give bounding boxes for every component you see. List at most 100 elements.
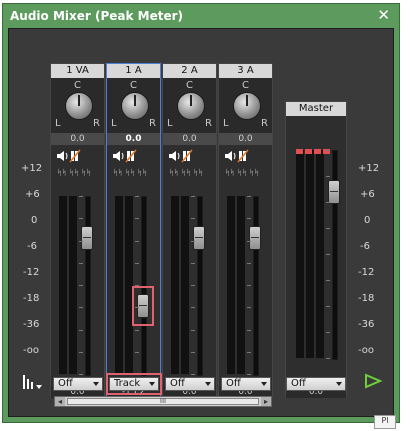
fader-tick xyxy=(79,374,83,375)
pan-section: C L R xyxy=(107,78,160,133)
speaker-mute-icon[interactable] xyxy=(51,148,106,164)
pan-left-label: L xyxy=(167,118,173,129)
fader-tick xyxy=(135,374,139,375)
fader-track[interactable] xyxy=(85,196,91,376)
mute-solo-row xyxy=(107,148,160,164)
pan-value: 0.0 xyxy=(219,133,272,145)
channel-name: 2 A xyxy=(163,64,216,78)
dropdown-label: Track xyxy=(114,378,141,389)
horizontal-scrollbar[interactable]: ◂ III ▸ xyxy=(54,396,272,407)
pan-knob[interactable] xyxy=(177,92,205,120)
pan-left-label: L xyxy=(111,118,117,129)
fader-tick xyxy=(135,352,139,353)
master-fader-thumb[interactable] xyxy=(328,180,340,204)
pan-right-label: R xyxy=(261,118,268,129)
fader-track[interactable] xyxy=(197,196,203,376)
fader-thumb[interactable] xyxy=(249,226,261,250)
fader-tick xyxy=(326,228,330,229)
fader-tick xyxy=(79,218,83,219)
dropdown-label: Off xyxy=(291,378,306,389)
master-level-meter xyxy=(296,150,304,358)
chevron-down-icon xyxy=(149,382,155,386)
automation-mode-dropdown[interactable]: Off xyxy=(221,377,271,391)
routing-icon[interactable]: ᛋᛋ ᛋᛋ ᛋᛋ xyxy=(107,164,162,180)
pan-knob[interactable] xyxy=(233,92,261,120)
fader-track[interactable] xyxy=(253,196,259,376)
window-title: Audio Mixer (Peak Meter) xyxy=(10,9,184,23)
arrow-left-icon: ◂ xyxy=(57,397,62,406)
pan-right-label: R xyxy=(205,118,212,129)
svg-text:ᛋᛋ ᛋᛋ ᛋᛋ: ᛋᛋ ᛋᛋ ᛋᛋ xyxy=(225,168,259,177)
scale-label: -oo xyxy=(23,345,40,356)
meter-options-icon[interactable] xyxy=(21,373,43,391)
fader-tick xyxy=(247,241,251,242)
fader-tick xyxy=(326,176,330,177)
master-level-meter xyxy=(306,150,314,358)
fader-tick xyxy=(191,352,195,353)
scale-label: +6 xyxy=(25,189,40,200)
fader-tick xyxy=(247,218,251,219)
fader-tick xyxy=(135,196,139,197)
scale-label: -12 xyxy=(23,267,40,278)
mixer-panel: +12 +6 0 -6 -12 -18 -36 -oo +12 +6 0 -6 … xyxy=(8,28,394,417)
fader-tick xyxy=(191,263,195,264)
fader-tick xyxy=(326,358,330,359)
fader-section xyxy=(163,186,216,386)
fader-tick xyxy=(247,352,251,353)
pan-center-label: C xyxy=(74,80,81,91)
pan-section: C L R xyxy=(51,78,104,133)
dropdown-label: Off xyxy=(170,378,185,389)
fader-thumb[interactable] xyxy=(193,226,205,250)
level-meter xyxy=(69,196,77,374)
fader-thumb[interactable] xyxy=(81,226,93,250)
routing-row: ᛋᛋ ᛋᛋ ᛋᛋ xyxy=(219,164,272,180)
speaker-mute-icon[interactable] xyxy=(219,148,274,164)
fader-tick xyxy=(326,150,330,151)
pan-left-label: L xyxy=(55,118,61,129)
title-bar[interactable]: Audio Mixer (Peak Meter) ✕ xyxy=(8,7,396,25)
fader-thumb[interactable] xyxy=(137,294,149,318)
fader-tick xyxy=(79,307,83,308)
fader-tick xyxy=(326,332,330,333)
speaker-mute-icon[interactable] xyxy=(107,148,162,164)
fader-tick xyxy=(191,218,195,219)
routing-icon[interactable]: ᛋᛋ ᛋᛋ ᛋᛋ xyxy=(163,164,218,180)
pan-left-label: L xyxy=(223,118,229,129)
scale-label: 0 xyxy=(364,215,371,226)
scale-label: +12 xyxy=(21,163,43,174)
arrow-right-icon: ▸ xyxy=(263,397,268,406)
speaker-mute-icon[interactable] xyxy=(163,148,218,164)
master-mode-dropdown[interactable]: Off xyxy=(286,377,346,391)
routing-row: ᛋᛋ ᛋᛋ ᛋᛋ xyxy=(163,164,216,180)
channel-strip-1va: 1 VA C L R 0.0 ᛋᛋ ᛋᛋ ᛋᛋ 0.0 xyxy=(50,63,105,398)
routing-row: ᛋᛋ ᛋᛋ ᛋᛋ xyxy=(107,164,160,180)
fader-track[interactable] xyxy=(141,196,147,376)
scale-label: -6 xyxy=(360,241,370,252)
play-icon[interactable] xyxy=(363,373,383,389)
automation-mode-dropdown[interactable]: Off xyxy=(53,377,103,391)
fader-tick xyxy=(135,307,139,308)
fader-tick xyxy=(191,285,195,286)
fader-tick xyxy=(135,330,139,331)
scroll-right-button[interactable]: ▸ xyxy=(261,397,271,406)
automation-mode-dropdown[interactable]: Off xyxy=(165,377,215,391)
fader-tick xyxy=(79,263,83,264)
scale-label: -12 xyxy=(358,267,375,278)
routing-icon[interactable]: ᛋᛋ ᛋᛋ ᛋᛋ xyxy=(51,164,106,180)
pan-knob[interactable] xyxy=(65,92,93,120)
fader-tick xyxy=(326,306,330,307)
close-icon[interactable]: ✕ xyxy=(377,7,390,24)
routing-icon[interactable]: ᛋᛋ ᛋᛋ ᛋᛋ xyxy=(219,164,274,180)
pan-knob[interactable] xyxy=(121,92,149,120)
scale-label: -18 xyxy=(358,293,375,304)
fader-tick xyxy=(247,285,251,286)
level-meter xyxy=(125,196,133,374)
scroll-left-button[interactable]: ◂ xyxy=(55,397,65,406)
fader-tick xyxy=(135,241,139,242)
automation-mode-dropdown[interactable]: Track xyxy=(109,377,159,391)
pan-value: 0.0 xyxy=(51,133,104,145)
fader-tick xyxy=(247,196,251,197)
fader-section xyxy=(219,186,272,386)
scale-label: +6 xyxy=(360,189,375,200)
scroll-thumb[interactable]: III xyxy=(67,398,259,405)
